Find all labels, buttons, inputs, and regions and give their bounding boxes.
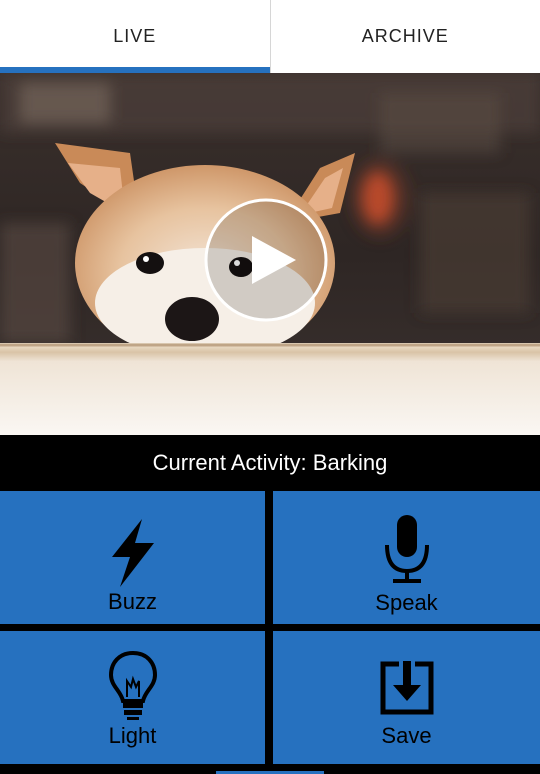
light-label: Light [108, 723, 157, 748]
current-activity-text: Current Activity: Barking [152, 450, 388, 475]
save-download-icon [380, 661, 433, 715]
speak-label: Speak [375, 590, 438, 615]
save-button[interactable]: Save [273, 631, 540, 764]
speak-button[interactable]: Speak [273, 491, 540, 624]
tab-bar: LIVE ARCHIVE [0, 0, 540, 73]
save-label: Save [381, 723, 432, 748]
live-video-player[interactable] [0, 73, 540, 435]
lightbulb-icon [108, 651, 157, 720]
tab-live-label: LIVE [113, 26, 157, 46]
buzz-label: Buzz [108, 589, 157, 614]
light-button[interactable]: Light [0, 631, 265, 764]
microphone-icon [384, 515, 429, 583]
tab-archive[interactable]: ARCHIVE [271, 0, 540, 73]
buzz-button[interactable]: Buzz [0, 491, 265, 624]
tab-live[interactable]: LIVE [0, 0, 271, 73]
lightning-icon [111, 519, 154, 587]
play-icon[interactable] [204, 198, 328, 322]
current-activity-banner: Current Activity: Barking [0, 437, 540, 489]
action-grid: Buzz Speak Light Save [0, 489, 540, 774]
tab-archive-label: ARCHIVE [361, 26, 449, 46]
